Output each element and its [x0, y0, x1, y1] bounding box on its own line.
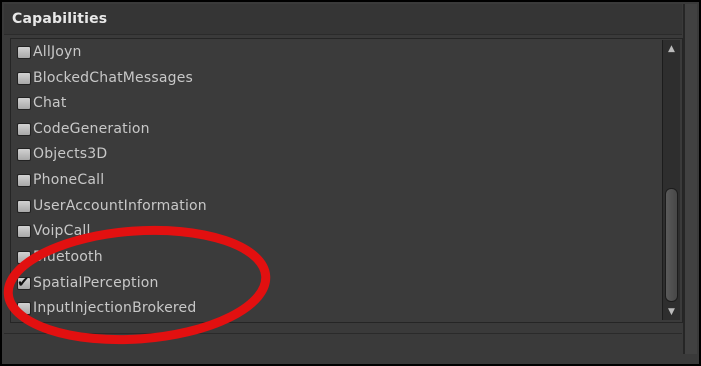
- capability-item-useraccountinformation[interactable]: UserAccountInformation: [17, 195, 617, 217]
- capability-label: Chat: [33, 95, 67, 111]
- checkbox[interactable]: [17, 45, 31, 59]
- capability-label: AllJoyn: [33, 44, 82, 60]
- capability-label: CodeGeneration: [33, 121, 150, 137]
- capability-label: PhoneCall: [33, 172, 105, 188]
- side-strip: [685, 4, 697, 354]
- checkmark-icon: ✔: [17, 272, 30, 291]
- capability-item-inputinjectionbrokered[interactable]: InputInjectionBrokered: [17, 297, 617, 319]
- scroll-thumb[interactable]: [665, 188, 678, 302]
- capability-item-bluetooth[interactable]: Bluetooth: [17, 246, 617, 268]
- vertical-scrollbar[interactable]: ▲ ▼: [662, 40, 680, 320]
- capability-item-codegeneration[interactable]: CodeGeneration: [17, 118, 617, 140]
- checkbox[interactable]: [17, 71, 31, 85]
- section-title: Capabilities: [12, 11, 108, 27]
- capability-label: Bluetooth: [33, 249, 103, 265]
- capability-label: InputInjectionBrokered: [33, 300, 197, 316]
- capability-label: VoipCall: [33, 223, 91, 239]
- checkbox[interactable]: [17, 173, 31, 187]
- checkbox[interactable]: [17, 199, 31, 213]
- scroll-down-icon[interactable]: ▼: [666, 306, 677, 319]
- capability-item-phonecall[interactable]: PhoneCall: [17, 169, 617, 191]
- checkbox[interactable]: [17, 250, 31, 264]
- checkbox[interactable]: [17, 122, 31, 136]
- divider: [4, 333, 682, 334]
- capability-label: UserAccountInformation: [33, 198, 207, 214]
- capabilities-header[interactable]: Capabilities: [4, 4, 682, 35]
- capability-label: BlockedChatMessages: [33, 70, 194, 86]
- checkbox[interactable]: [17, 96, 31, 110]
- capability-item-blockedchatmessages[interactable]: BlockedChatMessages: [17, 67, 617, 89]
- capability-item-chat[interactable]: Chat: [17, 92, 617, 114]
- checkbox[interactable]: [17, 224, 31, 238]
- capabilities-panel: AllJoyn BlockedChatMessages Chat CodeGen…: [10, 38, 683, 323]
- capability-label: Objects3D: [33, 146, 108, 162]
- checkbox[interactable]: [17, 301, 31, 315]
- capabilities-list: AllJoyn BlockedChatMessages Chat CodeGen…: [11, 39, 651, 322]
- scroll-up-icon[interactable]: ▲: [666, 43, 677, 56]
- capability-item-alljoyn[interactable]: AllJoyn: [17, 41, 617, 63]
- capability-item-objects3d[interactable]: Objects3D: [17, 143, 617, 165]
- checkbox[interactable]: [17, 147, 31, 161]
- capability-item-spatialperception[interactable]: ✔ SpatialPerception: [17, 272, 617, 294]
- checkbox-checked[interactable]: ✔: [17, 273, 31, 291]
- capability-item-voipcall[interactable]: VoipCall: [17, 220, 617, 242]
- capability-label: SpatialPerception: [33, 275, 159, 291]
